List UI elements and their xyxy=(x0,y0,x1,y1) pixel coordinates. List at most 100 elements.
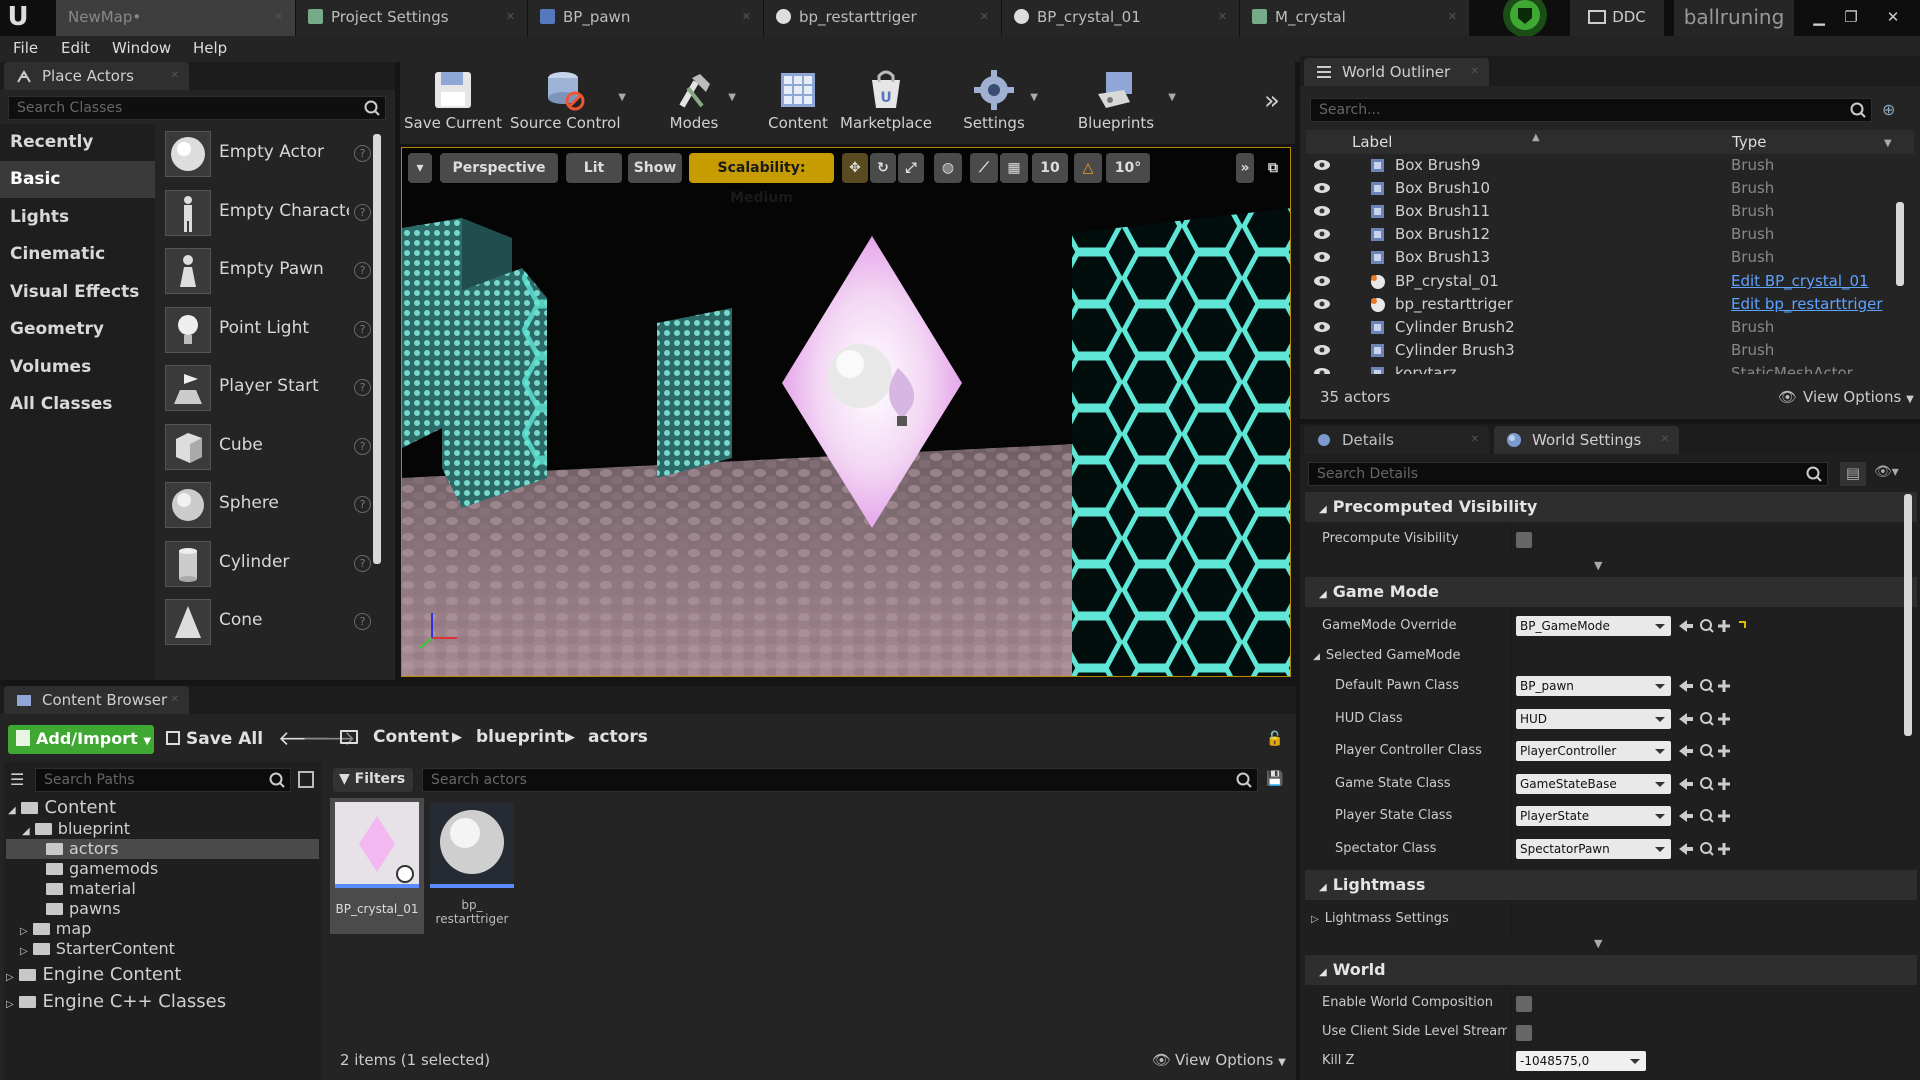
save-all-button[interactable]: Save All xyxy=(166,729,263,749)
actor-empty-actor[interactable]: Empty Actor? xyxy=(157,126,379,184)
expand-advanced-icon[interactable]: ▼ xyxy=(1594,559,1602,572)
client-streaming-checkbox[interactable] xyxy=(1516,1025,1532,1041)
save-current-button[interactable]: Save Current xyxy=(404,62,502,142)
sources-toggle-icon[interactable]: ☰ xyxy=(10,770,24,789)
outliner-row[interactable]: Box Brush12 Brush xyxy=(1309,223,1911,246)
class-select[interactable]: GameStateBase xyxy=(1516,773,1671,794)
collections-icon[interactable] xyxy=(298,771,314,788)
actor-sphere[interactable]: Sphere? xyxy=(157,477,379,535)
add-import-button[interactable]: Add/Import ▼ xyxy=(8,725,154,754)
kill-z-input[interactable]: -1048575,0 xyxy=(1516,1051,1646,1071)
help-icon[interactable]: ? xyxy=(354,145,371,162)
category-all-classes[interactable]: All Classes xyxy=(0,386,155,423)
close-icon[interactable]: ✕ xyxy=(1471,58,1479,86)
menu-window[interactable]: Window xyxy=(112,36,171,62)
outliner-row[interactable]: Box Brush13 Brush xyxy=(1309,246,1911,269)
level-viewport[interactable] xyxy=(401,147,1291,677)
settings-button[interactable]: Settings ▼ xyxy=(956,62,1038,142)
scale-mode-icon[interactable]: ⤢ xyxy=(898,153,924,183)
content-view-options[interactable]: 👁 View Options ▼ xyxy=(1152,1051,1286,1069)
category-cinematic[interactable]: Cinematic xyxy=(0,236,155,273)
help-icon[interactable]: ? xyxy=(354,438,371,455)
scalability-button[interactable]: Scalability: Medium xyxy=(689,153,834,206)
maximize-viewport-icon[interactable]: ⧉ xyxy=(1262,153,1284,183)
visibility-eye-icon[interactable] xyxy=(1313,159,1331,171)
close-icon[interactable]: ✕ xyxy=(1661,426,1669,454)
actor-cone[interactable]: Cone? xyxy=(157,594,379,652)
section-game-mode[interactable]: ◢ Game Mode xyxy=(1305,577,1917,607)
blueprints-button[interactable]: Blueprints ▼ xyxy=(1072,62,1176,142)
place-actors-scrollbar[interactable] xyxy=(373,134,381,564)
add-folder-icon[interactable]: ⊕ xyxy=(1882,100,1904,120)
content-button[interactable]: Content xyxy=(760,62,836,142)
viewport-options-button[interactable]: ▾ xyxy=(408,153,432,183)
tree-map[interactable]: ▷ map xyxy=(20,919,91,938)
outliner-row[interactable]: Box Brush11 Brush xyxy=(1309,200,1911,223)
rotation-snap-icon[interactable]: △ xyxy=(1074,153,1102,183)
menu-help[interactable]: Help xyxy=(193,36,227,62)
actor-empty-pawn[interactable]: Empty Pawn? xyxy=(157,243,379,301)
actor-cube[interactable]: Cube? xyxy=(157,419,379,477)
close-icon[interactable]: ✕ xyxy=(1218,0,1227,34)
details-view-options-icon[interactable]: 👁▾ xyxy=(1874,464,1899,480)
outliner-row[interactable]: Cylinder Brush2 Brush xyxy=(1309,316,1911,339)
breadcrumb-separator-icon[interactable]: ▶ xyxy=(565,730,575,745)
section-precomputed-visibility[interactable]: ◢ Precomputed Visibility xyxy=(1305,492,1917,522)
actor-point-light[interactable]: Point Light? xyxy=(157,302,379,360)
class-select[interactable]: SpectatorPawn xyxy=(1516,839,1671,859)
toolbar-overflow-icon[interactable]: » xyxy=(1264,86,1280,116)
property-matrix-icon[interactable]: ▤ xyxy=(1840,462,1866,486)
tab-newmap[interactable]: NewMap• ✕ xyxy=(56,0,296,36)
asset-tile-bp-restarttriger[interactable]: bp_ restarttriger xyxy=(428,798,516,934)
save-search-icon[interactable]: 💾 xyxy=(1266,771,1283,787)
help-icon[interactable]: ? xyxy=(354,204,371,221)
visibility-eye-icon[interactable] xyxy=(1313,228,1331,240)
visibility-eye-icon[interactable] xyxy=(1313,182,1331,194)
rotate-mode-icon[interactable]: ↻ xyxy=(870,153,896,183)
expand-advanced-icon[interactable]: ▼ xyxy=(1594,937,1602,950)
surface-snap-icon[interactable]: ⟋ xyxy=(970,153,998,183)
outliner-row[interactable]: Box Brush10 Brush xyxy=(1309,177,1911,200)
tree-starter-content[interactable]: ▷ StarterContent xyxy=(20,939,175,958)
help-icon[interactable]: ? xyxy=(354,613,371,630)
close-icon[interactable]: ✕ xyxy=(171,62,179,90)
modes-button[interactable]: Modes ▼ xyxy=(656,62,736,142)
world-outliner-tab[interactable]: World Outliner ✕ xyxy=(1304,58,1489,86)
close-icon[interactable]: ✕ xyxy=(1471,426,1479,454)
source-control-status-icon[interactable] xyxy=(1494,0,1556,36)
details-tab[interactable]: Details ✕ xyxy=(1304,426,1489,454)
visibility-eye-icon[interactable] xyxy=(1313,205,1331,217)
tree-content[interactable]: ◢ Content xyxy=(8,797,116,818)
breadcrumb-separator-icon[interactable]: ▶ xyxy=(452,730,462,745)
class-select[interactable]: PlayerState xyxy=(1516,806,1671,827)
close-icon[interactable]: ✕ xyxy=(506,0,515,34)
content-browser-tab[interactable]: Content Browser ✕ xyxy=(4,686,189,714)
precompute-visibility-checkbox[interactable] xyxy=(1516,532,1532,548)
label-column-header[interactable]: Label xyxy=(1352,133,1392,151)
class-select[interactable]: HUD xyxy=(1516,708,1671,729)
perspective-button[interactable]: Perspective xyxy=(440,153,558,183)
visibility-eye-icon[interactable] xyxy=(1313,321,1331,333)
column-dropdown-icon[interactable]: ▼ xyxy=(1884,138,1892,149)
breadcrumb-actors[interactable]: actors xyxy=(588,727,648,747)
section-world[interactable]: ◢ World xyxy=(1305,955,1917,985)
grid-snap-value[interactable]: 10 xyxy=(1032,153,1068,183)
outliner-scrollbar[interactable] xyxy=(1896,202,1904,286)
help-icon[interactable]: ? xyxy=(354,379,371,396)
viewport-more-icon[interactable]: » xyxy=(1236,153,1254,183)
outliner-search-input[interactable]: Search... xyxy=(1310,98,1872,122)
tab-bp-pawn[interactable]: BP_pawn ✕ xyxy=(528,0,764,36)
visibility-eye-icon[interactable] xyxy=(1313,344,1331,356)
actor-player-start[interactable]: Player Start? xyxy=(157,360,379,418)
close-window-button[interactable]: ✕ xyxy=(1870,0,1916,36)
lock-icon[interactable]: 🔓 xyxy=(1266,731,1283,747)
dropdown-arrow-icon[interactable]: ▼ xyxy=(1030,92,1038,103)
maximize-button[interactable]: ❐ xyxy=(1836,0,1866,36)
ddc-button[interactable]: DDC xyxy=(1570,0,1664,36)
outliner-row[interactable]: Box Brush9 Brush xyxy=(1309,154,1911,177)
place-actors-tab[interactable]: Place Actors ✕ xyxy=(4,62,189,90)
help-icon[interactable]: ? xyxy=(354,262,371,279)
class-select[interactable]: PlayerController xyxy=(1516,741,1671,762)
class-select[interactable]: BP_pawn xyxy=(1516,676,1671,696)
tab-bp-crystal[interactable]: BP_crystal_01 ✕ xyxy=(1002,0,1240,36)
